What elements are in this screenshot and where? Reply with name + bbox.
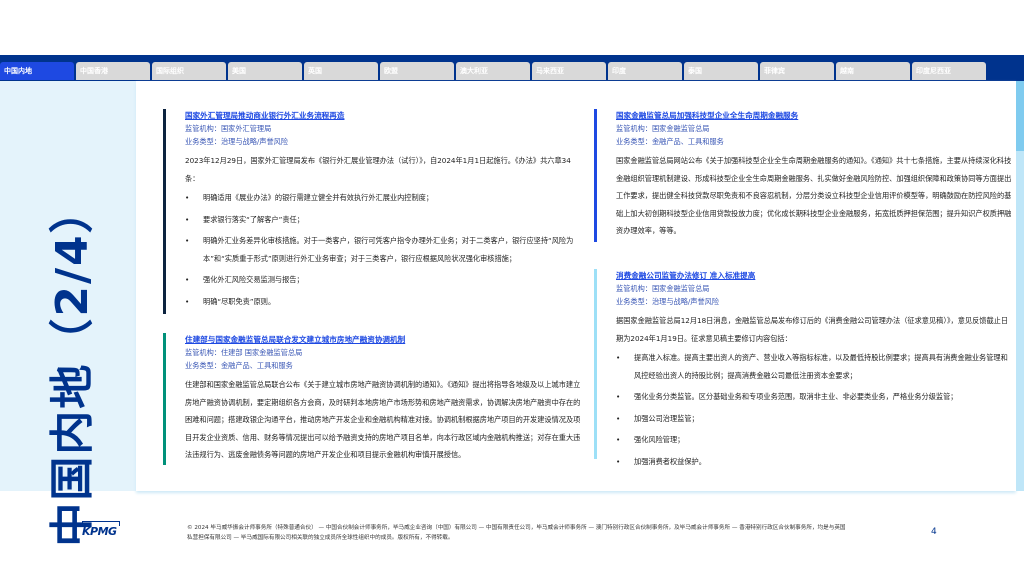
regulator: 监管机构：国家外汇管理局 [185, 124, 272, 133]
list-item: 明确适用《展业办法》的银行需建立健全并有效执行外汇展业内控制度； [185, 189, 583, 207]
page-number: 4 [931, 527, 937, 537]
news-body: 住建部和国家金融监管总局联合公布《关于建立城市房地产融资协调机制的通知》。《通知… [185, 380, 581, 459]
title-panel: 中国内地（2/4） [0, 81, 136, 547]
scrollbar-thumb[interactable] [1016, 81, 1024, 151]
tab-uk[interactable]: 英国 [304, 62, 378, 80]
list-item: 提高准入标准。提高主要出资人的资产、营业收入等指标标准，以及最低持股比例要求；提… [616, 349, 1014, 384]
tab-malaysia[interactable]: 马来西亚 [532, 62, 606, 80]
tab-india[interactable]: 印度 [608, 62, 682, 80]
copyright-text: © 2024 毕马威华振会计师事务所（特殊普通合伙） — 中国合伙制会计师事务所… [187, 525, 846, 541]
accent-bar [594, 269, 597, 459]
list-item: 要求银行落实“了解客户”责任； [185, 211, 583, 229]
news-body: 2023年12月29日，国家外汇管理局发布《银行外汇展业管理办法（试行）》，自2… [185, 156, 571, 183]
business-type: 业务类型：治理与战略/声誉风险 [185, 137, 289, 146]
news-title-link[interactable]: 国家金融监管总局加强科技型企业全生命周期金融服务 [616, 109, 1014, 122]
news-title-link[interactable]: 国家外汇管理局推动商业银行外汇业务流程再造 [185, 109, 583, 122]
tab-indonesia[interactable]: 印度尼西亚 [912, 62, 986, 80]
news-body: 据国家金融监管总局12月18日消息，金融监管总局发布修订后的《消费金融公司管理办… [616, 316, 1009, 343]
tab-china-mainland[interactable]: 中国内地 [0, 62, 74, 80]
news-title-link[interactable]: 消费金融公司监管办法修订 准入标准提高 [616, 269, 1014, 282]
list-item: 强化风险管理； [616, 431, 1014, 449]
business-type: 业务类型：金融产品、工具和服务 [616, 137, 724, 146]
news-section-forex: 国家外汇管理局推动商业银行外汇业务流程再造 监管机构：国家外汇管理局 业务类型：… [163, 109, 583, 314]
list-item: 加强消费者权益保护。 [616, 453, 1014, 471]
accent-bar [163, 109, 166, 314]
list-item: 强化外汇风险交易监测与报告； [185, 271, 583, 289]
accent-bar [163, 333, 166, 465]
tab-vietnam[interactable]: 越南 [836, 62, 910, 80]
regulator: 监管机构：住建部 国家金融监管总局 [185, 348, 303, 357]
list-item: 加强公司治理监管； [616, 410, 1014, 428]
kpmg-logo: KPMG [82, 521, 120, 538]
tab-australia[interactable]: 澳大利亚 [456, 62, 530, 80]
news-title-link[interactable]: 住建部与国家金融监管总局联合发文建立城市房地产融资协调机制 [185, 333, 583, 346]
business-type: 业务类型：治理与战略/声誉风险 [616, 297, 720, 306]
list-item: 强化业务分类监管。区分基础业务和专项业务范围，取消非主业、非必要类业务，严格业务… [616, 388, 1014, 406]
regulator: 监管机构：国家金融监管总局 [616, 284, 710, 293]
tab-hong-kong[interactable]: 中国香港 [76, 62, 150, 80]
tab-philippines[interactable]: 菲律宾 [760, 62, 834, 80]
accent-bar [594, 109, 597, 242]
tab-usa[interactable]: 美国 [228, 62, 302, 80]
tab-international[interactable]: 国际组织 [152, 62, 226, 80]
bullet-list: 明确适用《展业办法》的银行需建立健全并有效执行外汇展业内控制度； 要求银行落实“… [185, 189, 583, 310]
news-section-tech-finance: 国家金融监管总局加强科技型企业全生命周期金融服务 监管机构：国家金融监管总局 业… [594, 109, 1014, 242]
tab-thailand[interactable]: 泰国 [684, 62, 758, 80]
scrollbar[interactable] [1016, 81, 1024, 491]
news-section-consumer-finance: 消费金融公司监管办法修订 准入标准提高 监管机构：国家金融监管总局 业务类型：治… [594, 269, 1014, 470]
tab-eu[interactable]: 欧盟 [380, 62, 454, 80]
business-type: 业务类型：金融产品、工具和服务 [185, 361, 293, 370]
region-tabs: 中国内地 中国香港 国际组织 美国 英国 欧盟 澳大利亚 马来西亚 印度 泰国 … [0, 62, 988, 81]
bullet-list: 提高准入标准。提高主要出资人的资产、营业收入等指标标准，以及最低持股比例要求；提… [616, 349, 1014, 470]
regulator: 监管机构：国家金融监管总局 [616, 124, 710, 133]
news-section-real-estate: 住建部与国家金融监管总局联合发文建立城市房地产融资协调机制 监管机构：住建部 国… [163, 333, 583, 465]
news-body: 国家金融监管总局网站公布《关于加强科技型企业全生命周期金融服务的通知》。《通知》… [616, 156, 1012, 235]
list-item: 明确“尽职免责”原则。 [185, 293, 583, 311]
list-item: 明确外汇业务差异化审核措施。对于一类客户，银行可凭客户指令办理外汇业务；对于二类… [185, 232, 583, 267]
page-title: 中国内地（2/4） [47, 187, 98, 547]
